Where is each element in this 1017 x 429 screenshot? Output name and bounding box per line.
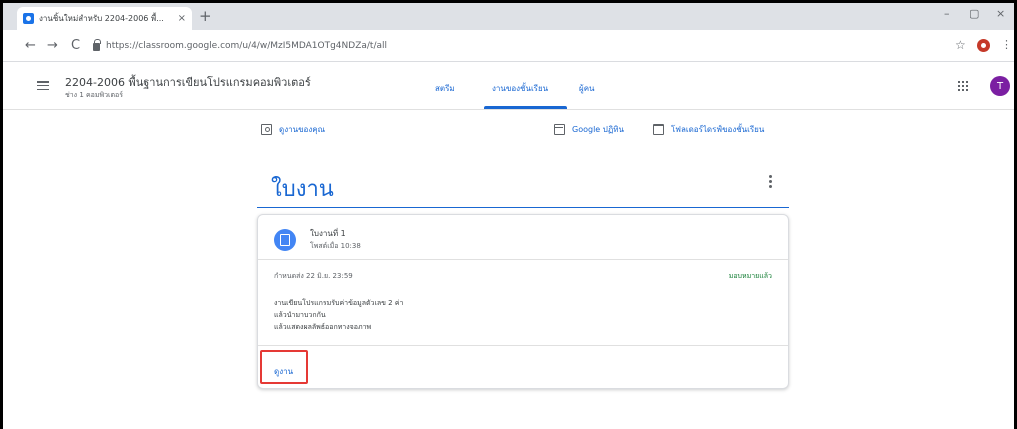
topic-divider [257, 207, 789, 208]
assignment-card: ใบงานที่ 1 โพสต์เมื่อ 10:38 กำหนดส่ง 22 … [257, 214, 789, 389]
avatar[interactable]: T [990, 76, 1010, 96]
topic-more-options-icon[interactable] [769, 175, 772, 188]
back-button[interactable]: ← [25, 38, 36, 53]
forward-button[interactable]: → [47, 38, 58, 53]
browser-toolbar: ← → C https://classroom.google.com/u/4/w… [3, 30, 1014, 62]
view-your-work-link[interactable]: ดูงานของคุณ [261, 123, 325, 136]
course-title[interactable]: 2204-2006 พื้นฐานการเขียนโปรแกรมคอมพิวเต… [65, 73, 311, 91]
google-calendar-link[interactable]: Google ปฏิทิน [554, 123, 624, 136]
highlight-box [260, 350, 308, 384]
tab-title: งานชิ้นใหม่สำหรับ 2204-2006 พื้... [39, 14, 164, 23]
course-subtitle: ช่าง 1 คอมพิวเตอร์ [65, 91, 123, 99]
tab-stream[interactable]: สตรีม [435, 82, 455, 95]
address-bar[interactable]: https://classroom.google.com/u/4/w/MzI5M… [93, 35, 948, 57]
main-menu-icon[interactable] [37, 81, 49, 91]
card-divider [258, 345, 788, 346]
tab-classwork[interactable]: งานของชั้นเรียน [492, 82, 548, 95]
view-your-work-label: ดูงานของคุณ [279, 125, 326, 134]
url-text: https://classroom.google.com/u/4/w/MzI5M… [106, 41, 387, 51]
assignment-status: มอบหมายแล้ว [728, 272, 772, 280]
browser-tab[interactable]: งานชิ้นใหม่สำหรับ 2204-2006 พื้... × [17, 7, 192, 30]
assignment-due-date: กำหนดส่ง 22 มิ.ย. 23:59 [274, 272, 353, 280]
topic-title: ใบงาน [271, 177, 334, 202]
active-tab-indicator [484, 106, 567, 109]
close-tab-icon[interactable]: × [178, 13, 186, 24]
assignment-posted-time: โพสต์เมื่อ 10:38 [310, 242, 361, 250]
browser-window: งานชิ้นใหม่สำหรับ 2204-2006 พื้... × + –… [0, 0, 1017, 429]
tab-people[interactable]: ผู้คน [579, 82, 595, 95]
minimize-button[interactable]: – [944, 7, 950, 20]
google-calendar-label: Google ปฏิทิน [572, 125, 624, 134]
description-line: งานเขียนโปรแกรมรับค่าข้อมูลตัวเลข 2 ค่า [274, 299, 404, 307]
lock-icon [93, 39, 101, 51]
folder-icon [653, 124, 664, 135]
bookmark-star-icon[interactable]: ☆ [955, 38, 966, 52]
close-window-button[interactable]: × [996, 7, 1005, 20]
classroom-favicon-icon [23, 13, 34, 24]
new-tab-button[interactable]: + [199, 7, 212, 25]
class-drive-folder-link[interactable]: โฟลเดอร์ไดรฟ์ของชั้นเรียน [653, 123, 764, 136]
assignment-icon [274, 229, 296, 251]
reload-button[interactable]: C [71, 38, 80, 53]
google-apps-icon[interactable] [958, 81, 968, 91]
calendar-icon [554, 124, 565, 135]
description-line: แล้วนำมาบวกกัน [274, 311, 326, 319]
tab-strip: งานชิ้นใหม่สำหรับ 2204-2006 พื้... × + –… [3, 3, 1014, 30]
extension-icon[interactable] [977, 39, 990, 52]
assignment-title[interactable]: ใบงานที่ 1 [310, 227, 346, 240]
card-divider [258, 259, 788, 260]
assignment-description: งานเขียนโปรแกรมรับค่าข้อมูลตัวเลข 2 ค่า … [274, 297, 403, 333]
description-line: แล้วแสดงผลลัพธ์ออกทางจอภาพ [274, 323, 372, 331]
classroom-header: 2204-2006 พื้นฐานการเขียนโปรแกรมคอมพิวเต… [3, 62, 1014, 110]
restore-button[interactable]: ▢ [969, 7, 979, 20]
browser-menu-icon[interactable]: ⋮ [1001, 38, 1012, 51]
class-drive-folder-label: โฟลเดอร์ไดรฟ์ของชั้นเรียน [671, 125, 765, 134]
person-badge-icon [261, 124, 272, 135]
